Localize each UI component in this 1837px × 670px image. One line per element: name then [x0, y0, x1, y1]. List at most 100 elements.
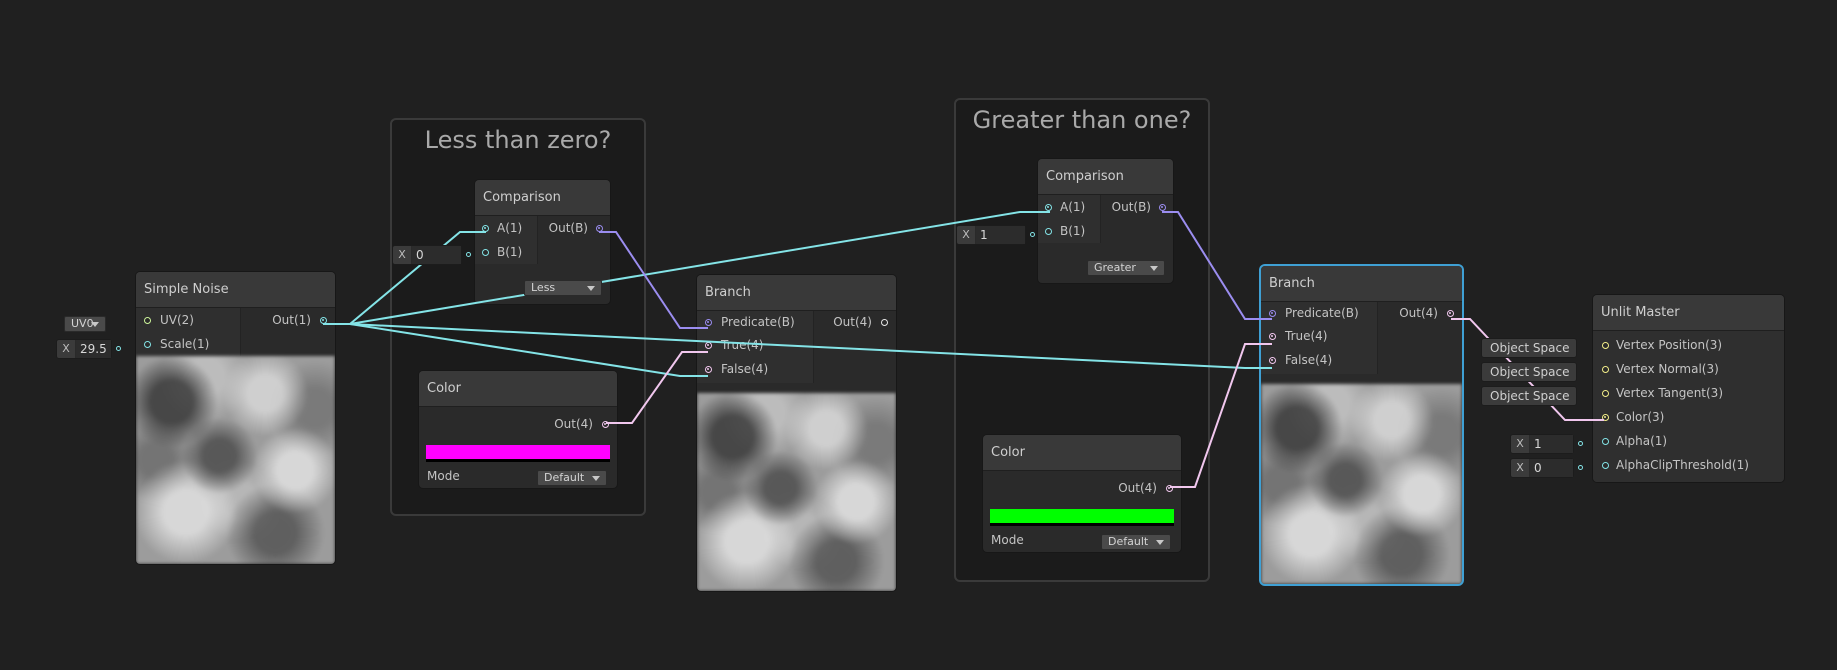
a-port[interactable] [482, 225, 489, 232]
connector-dot-icon [1578, 465, 1583, 470]
group-title: Greater than one? [972, 106, 1192, 134]
color-port[interactable] [1602, 414, 1609, 421]
scale-port[interactable] [144, 341, 151, 348]
vertex-position-space-tag[interactable]: Object Space [1481, 338, 1577, 358]
false-port[interactable] [705, 366, 712, 373]
chevron-down-icon [592, 476, 600, 481]
field-axis-label: X [393, 246, 412, 264]
predicate-port[interactable] [1269, 310, 1276, 317]
port-label: Out(1) [272, 313, 311, 327]
branch-preview [1261, 384, 1462, 584]
out-port[interactable] [1447, 310, 1454, 317]
false-port[interactable] [1269, 357, 1276, 364]
chevron-down-icon [1150, 266, 1158, 271]
out-port[interactable] [1159, 204, 1166, 211]
node-title: Color [419, 371, 617, 407]
out-port[interactable] [596, 225, 603, 232]
vertex-normal-port[interactable] [1602, 366, 1609, 373]
simple-noise-node[interactable]: Simple Noise UV(2) Scale(1) Out(1) [135, 271, 336, 565]
connector-dot-icon [466, 252, 471, 257]
node-title: Unlit Master [1593, 295, 1784, 331]
connector-dot-icon [1578, 441, 1583, 446]
chevron-down-icon [587, 286, 595, 291]
predicate-port[interactable] [705, 319, 712, 326]
color-mode-dropdown[interactable]: Default [1101, 534, 1171, 550]
node-title: Comparison [1038, 159, 1173, 195]
color-node-magenta[interactable]: Color Out(4) Mode Default [418, 370, 618, 489]
out-port[interactable] [881, 319, 888, 326]
color-swatch[interactable] [990, 509, 1174, 526]
vertex-tangent-port[interactable] [1602, 390, 1609, 397]
comparison-mode-dropdown[interactable]: Greater [1087, 260, 1165, 276]
port-label: A(1) [497, 221, 523, 235]
port-label: True(4) [1285, 329, 1328, 343]
port-label: Out(4) [1399, 306, 1438, 320]
field-axis-label: X [1511, 459, 1530, 477]
vertex-normal-space-tag[interactable]: Object Space [1481, 362, 1577, 382]
dropdown-value: Greater [1094, 261, 1136, 274]
noise-preview [136, 356, 335, 564]
port-label: Out(4) [1118, 481, 1157, 495]
node-title: Color [983, 435, 1181, 471]
port-label: Predicate(B) [721, 315, 795, 329]
port-label: Vertex Tangent(3) [1616, 386, 1723, 400]
field-axis-label: X [1511, 435, 1530, 453]
node-title: Comparison [475, 180, 610, 216]
branch-node-2[interactable]: Branch Predicate(B) True(4) False(4) Out… [1260, 265, 1463, 585]
unlit-master-node[interactable]: Unlit Master Vertex Position(3) Vertex N… [1592, 294, 1785, 483]
port-label: Out(B) [548, 221, 588, 235]
alpha-clip-threshold-port[interactable] [1602, 462, 1609, 469]
connector-dot-icon [1030, 232, 1035, 237]
branch-preview [697, 393, 896, 591]
connector-dot-icon [116, 346, 121, 351]
port-label: Scale(1) [160, 337, 210, 351]
b-port[interactable] [1045, 228, 1052, 235]
port-label: B(1) [497, 245, 523, 259]
port-label: Alpha(1) [1616, 434, 1668, 448]
alpha-field[interactable]: X 1 [1510, 434, 1583, 454]
node-title: Simple Noise [136, 272, 335, 308]
port-label: True(4) [721, 338, 764, 352]
port-label: Out(4) [554, 417, 593, 431]
port-label: Out(B) [1111, 200, 1151, 214]
mode-label: Mode [427, 469, 460, 483]
out-port[interactable] [602, 421, 609, 428]
field-value: 0 [1530, 459, 1573, 477]
alpha-port[interactable] [1602, 438, 1609, 445]
port-label: A(1) [1060, 200, 1086, 214]
comparison-b-field[interactable]: X 1 [956, 225, 1035, 245]
a-port[interactable] [1045, 204, 1052, 211]
vertex-tangent-space-tag[interactable]: Object Space [1481, 386, 1577, 406]
port-label: AlphaClipThreshold(1) [1616, 458, 1749, 472]
chevron-down-icon [91, 322, 99, 327]
node-title: Branch [697, 275, 896, 311]
true-port[interactable] [705, 342, 712, 349]
alpha-clip-field[interactable]: X 0 [1510, 458, 1583, 478]
dropdown-value: Default [1108, 535, 1149, 548]
true-port[interactable] [1269, 333, 1276, 340]
out-port[interactable] [320, 317, 327, 324]
field-value: 1 [976, 226, 1025, 244]
out-port[interactable] [1166, 485, 1173, 492]
b-port[interactable] [482, 249, 489, 256]
dropdown-value: Default [544, 471, 585, 484]
field-axis-label: X [957, 226, 976, 244]
color-node-green[interactable]: Color Out(4) Mode Default [982, 434, 1182, 553]
comparison-mode-dropdown[interactable]: Less [524, 280, 602, 296]
color-swatch[interactable] [426, 445, 610, 462]
port-label: Color(3) [1616, 410, 1665, 424]
color-mode-dropdown[interactable]: Default [537, 470, 607, 486]
scale-field[interactable]: X 29.5 [56, 339, 121, 359]
comparison-b-field[interactable]: X 0 [392, 245, 471, 265]
branch-node-1[interactable]: Branch Predicate(B) True(4) False(4) Out… [696, 274, 897, 592]
port-label: Out(4) [833, 315, 872, 329]
vertex-position-port[interactable] [1602, 342, 1609, 349]
uv-channel-dropdown[interactable]: UV0 [64, 316, 106, 332]
group-title: Less than zero? [424, 126, 612, 154]
field-value: 29.5 [76, 340, 111, 358]
port-label: False(4) [721, 362, 769, 376]
port-label: UV(2) [160, 313, 194, 327]
field-value: 1 [1530, 435, 1573, 453]
uv-port[interactable] [144, 317, 151, 324]
port-label: Vertex Normal(3) [1616, 362, 1719, 376]
